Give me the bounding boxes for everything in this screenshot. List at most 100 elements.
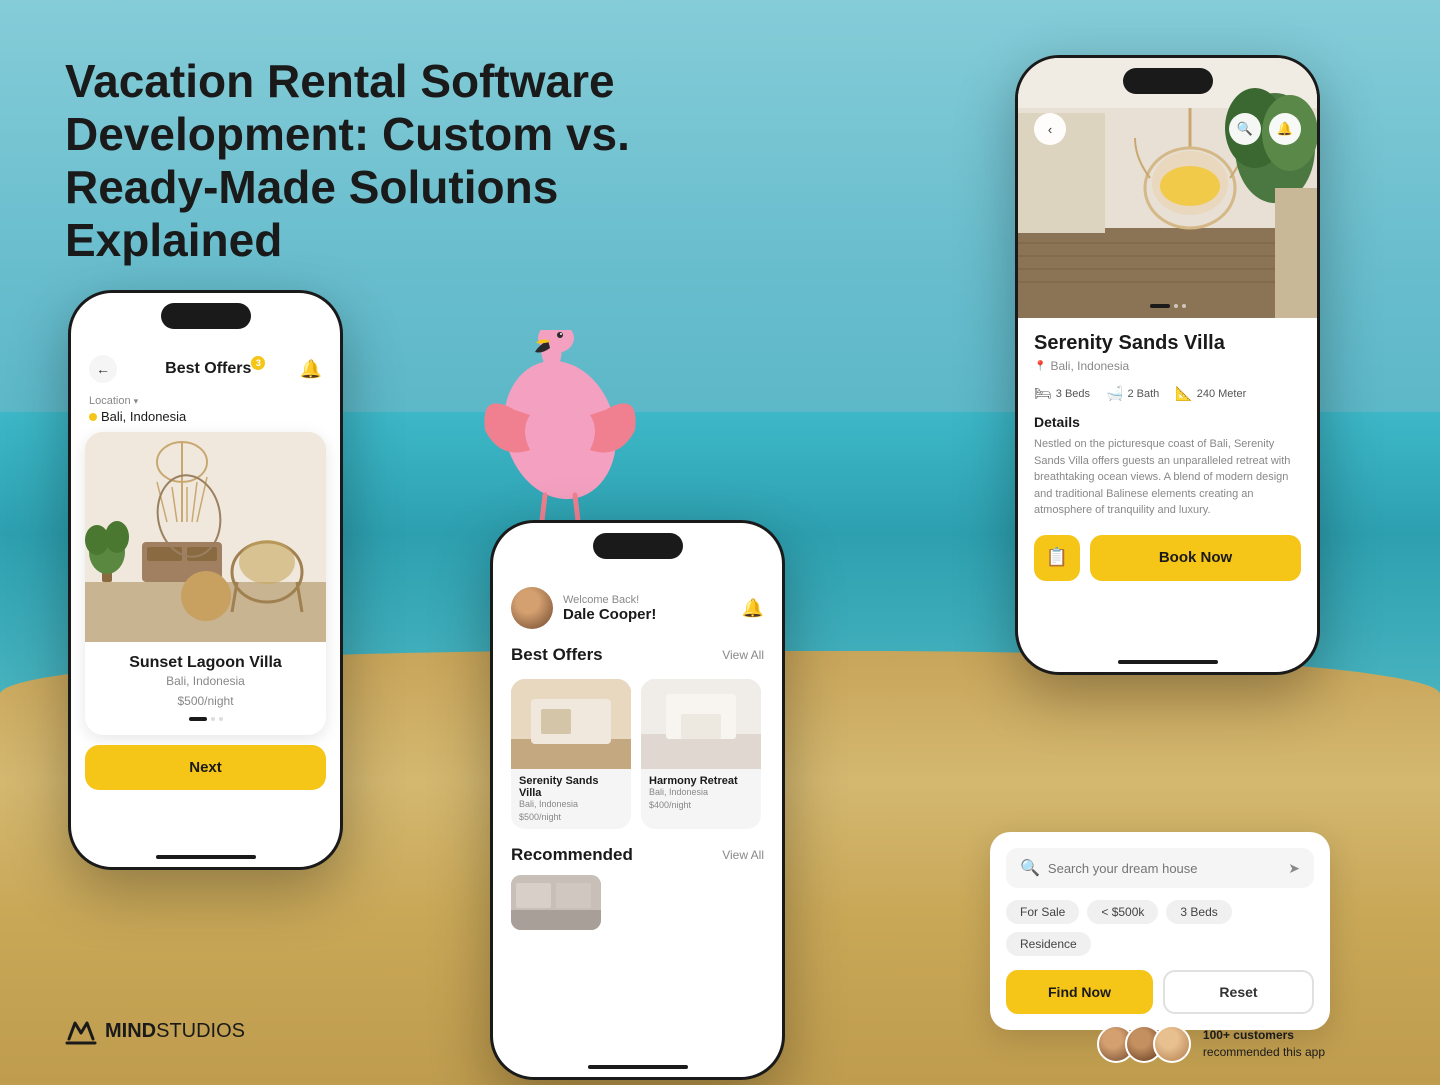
search-icon-right[interactable]: 🔍 — [1229, 113, 1261, 145]
baths-spec: 🛁 2 Bath — [1106, 385, 1159, 402]
img-dot-active — [1150, 304, 1170, 308]
mini-card-1-location: Bali, Indonesia — [519, 799, 623, 809]
phone-notch-mid — [593, 533, 683, 559]
location-pin-icon — [89, 413, 97, 421]
villa-name: Serenity Sands Villa — [1034, 332, 1301, 355]
dot-active — [189, 717, 207, 721]
mid-header: Welcome Back! Dale Cooper! 🔔 — [493, 573, 782, 639]
mini-card-1[interactable]: Serenity Sands Villa Bali, Indonesia $50… — [511, 679, 631, 829]
filter-price[interactable]: < $500k — [1087, 900, 1158, 924]
user-avatar-mid — [511, 587, 553, 629]
mini-card-2-info: Harmony Retreat Bali, Indonesia $400/nig… — [641, 769, 761, 817]
avatar-3 — [1153, 1025, 1191, 1063]
mini-card-img-2 — [641, 679, 761, 769]
property-cards-row: Serenity Sands Villa Bali, Indonesia $50… — [493, 671, 782, 837]
location-value[interactable]: Bali, Indonesia — [89, 409, 322, 424]
social-proof-text: 100+ customers recommended this app — [1203, 1027, 1325, 1061]
page-title: Vacation Rental Software Development: Cu… — [65, 55, 645, 267]
location-pin-icon-right: 📍 — [1034, 361, 1046, 372]
welcome-section: Welcome Back! Dale Cooper! — [553, 594, 742, 623]
size-icon: 📐 — [1175, 385, 1192, 402]
bell-icon-right[interactable]: 🔔 — [1269, 113, 1301, 145]
boho-room-bg — [85, 432, 326, 642]
rec-item-1[interactable] — [511, 875, 601, 930]
property-image-left — [85, 432, 326, 642]
customer-avatars — [1097, 1025, 1191, 1063]
mini-card-1-name: Serenity Sands Villa — [519, 775, 623, 799]
phone-left-header: ← Best Offers 3 🔔 — [71, 343, 340, 391]
action-buttons: 📋 Book Now — [1034, 535, 1301, 581]
recommended-section-header: Recommended View All — [493, 837, 782, 871]
home-indicator-mid — [588, 1065, 688, 1069]
mini-card-2-location: Bali, Indonesia — [649, 787, 753, 797]
property-price: $500/night — [99, 692, 312, 709]
property-name: Sunset Lagoon Villa — [99, 654, 312, 672]
filter-tags: For Sale < $500k 3 Beds Residence — [1006, 900, 1314, 956]
bed-icon: 🛏 — [1034, 385, 1052, 402]
view-all-recommended[interactable]: View All — [722, 848, 764, 862]
filter-beds[interactable]: 3 Beds — [1166, 900, 1231, 924]
phone-mid: Welcome Back! Dale Cooper! 🔔 Best Offers… — [490, 520, 785, 1080]
villa-details: Serenity Sands Villa 📍 Bali, Indonesia 🛏… — [1018, 318, 1317, 595]
mini-card-img-1 — [511, 679, 631, 769]
phone-right: ‹ 🔍 🔔 Serenity Sands Villa 📍 Bali, Indon… — [1015, 55, 1320, 675]
back-button-left[interactable]: ← — [89, 355, 117, 383]
location-label: Location ▾ — [89, 395, 322, 407]
next-button[interactable]: Next — [85, 745, 326, 790]
home-indicator-right — [1118, 660, 1218, 664]
size-spec: 📐 240 Meter — [1175, 385, 1246, 402]
image-nav-overlay: ‹ 🔍 🔔 — [1018, 113, 1317, 145]
filter-residence[interactable]: Residence — [1006, 932, 1091, 956]
details-text: Nestled on the picturesque coast of Bali… — [1034, 436, 1301, 519]
image-dots — [1150, 304, 1186, 308]
location-arrow-icon: ▾ — [134, 396, 139, 407]
filter-for-sale[interactable]: For Sale — [1006, 900, 1079, 924]
dot-inactive-2 — [219, 717, 223, 721]
beds-spec: 🛏 3 Beds — [1034, 385, 1090, 402]
villa-image: ‹ 🔍 🔔 — [1018, 58, 1317, 318]
search-actions: Find Now Reset — [1006, 970, 1314, 1014]
reset-button[interactable]: Reset — [1163, 970, 1314, 1014]
send-icon[interactable]: ➤ — [1288, 860, 1300, 877]
search-input-container[interactable]: 🔍 ➤ — [1006, 848, 1314, 888]
notification-badge: 3 — [251, 356, 265, 370]
flamingo-decoration — [460, 330, 660, 550]
search-icon-widget: 🔍 — [1020, 858, 1040, 878]
document-icon-button[interactable]: 📋 — [1034, 535, 1080, 581]
book-now-button[interactable]: Book Now — [1090, 535, 1301, 581]
phone-notch-left — [161, 303, 251, 329]
find-now-button[interactable]: Find Now — [1006, 970, 1153, 1014]
mini-card-1-price: $500/night — [519, 811, 623, 823]
view-all-offers[interactable]: View All — [722, 648, 764, 662]
mini-card-2-price: $400/night — [649, 799, 753, 811]
img-dot-2 — [1174, 304, 1178, 308]
search-widget: 🔍 ➤ For Sale < $500k 3 Beds Residence Fi… — [990, 832, 1330, 1030]
recommended-title: Recommended — [511, 845, 633, 865]
logo-text: MINDSTUDIOS — [105, 1020, 245, 1043]
phone-left-title: Best Offers 3 — [165, 360, 251, 378]
villa-specs: 🛏 3 Beds 🛁 2 Bath 📐 240 Meter — [1034, 385, 1301, 402]
bath-icon: 🛁 — [1106, 385, 1123, 402]
property-info-left: Sunset Lagoon Villa Bali, Indonesia $500… — [85, 642, 326, 735]
search-input[interactable] — [1048, 861, 1280, 876]
details-heading: Details — [1034, 414, 1301, 430]
property-location: Bali, Indonesia — [99, 674, 312, 688]
img-dot-3 — [1182, 304, 1186, 308]
mini-card-1-info: Serenity Sands Villa Bali, Indonesia $50… — [511, 769, 631, 829]
logo: MINDSTUDIOS — [65, 1015, 245, 1047]
best-offers-section-header: Best Offers View All — [493, 639, 782, 671]
carousel-dots — [99, 717, 312, 721]
best-offers-title: Best Offers — [511, 645, 603, 665]
mindstudios-logo-icon — [65, 1015, 97, 1047]
phone-notch-right — [1123, 68, 1213, 94]
mini-card-2[interactable]: Harmony Retreat Bali, Indonesia $400/nig… — [641, 679, 761, 829]
home-indicator-left — [156, 855, 256, 859]
villa-location: 📍 Bali, Indonesia — [1034, 359, 1301, 373]
bell-icon-left[interactable]: 🔔 — [300, 359, 322, 380]
back-button-right[interactable]: ‹ — [1034, 113, 1066, 145]
location-row: Location ▾ Bali, Indonesia — [71, 391, 340, 432]
user-name: Dale Cooper! — [563, 606, 742, 623]
property-card-left[interactable]: Sunset Lagoon Villa Bali, Indonesia $500… — [85, 432, 326, 735]
mini-card-2-name: Harmony Retreat — [649, 775, 753, 787]
bell-icon-mid[interactable]: 🔔 — [742, 598, 764, 619]
